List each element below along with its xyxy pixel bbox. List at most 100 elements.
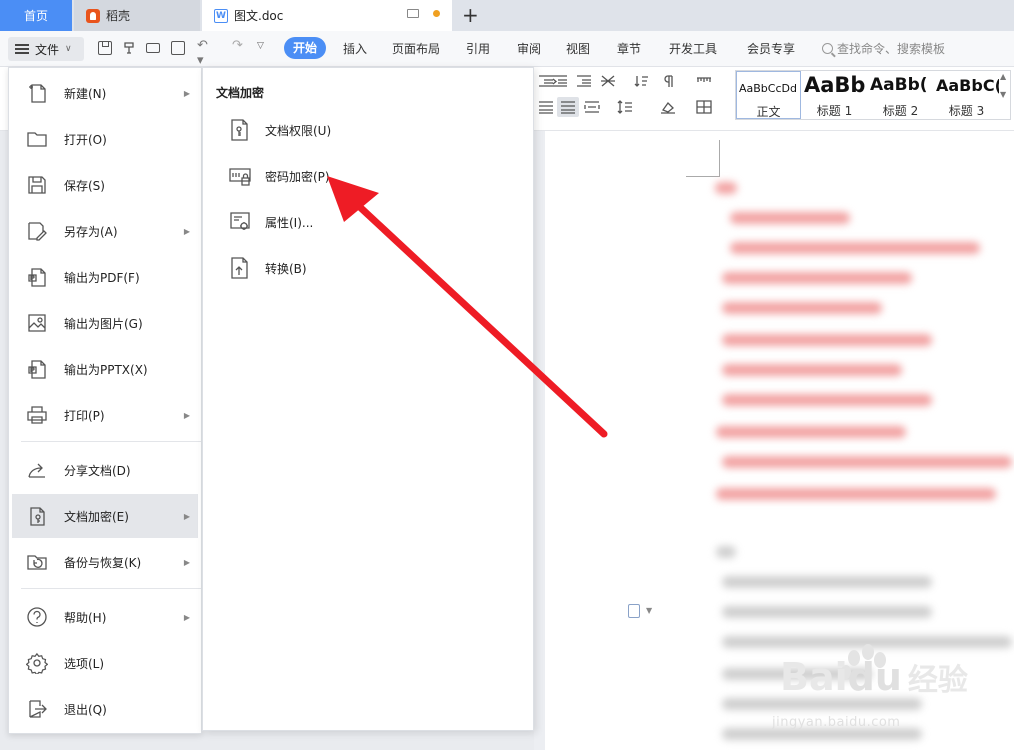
command-search-placeholder: 查找命令、搜索模板 [837, 42, 946, 56]
chinese-layout-icon[interactable] [600, 74, 616, 88]
document-permission-icon [231, 119, 248, 141]
style-heading-3[interactable]: AaBbC( 标题 3 [934, 71, 999, 119]
file-menu-item-label: 帮助(H) [64, 610, 107, 625]
file-menu-item-new[interactable]: 新建(N) ▶ [12, 71, 198, 115]
file-menu-item-label: 打印(P) [64, 408, 105, 423]
sort-icon[interactable] [634, 74, 650, 88]
paragraph-mark-icon[interactable] [660, 74, 676, 88]
style-normal[interactable]: AaBbCcDd 正文 [736, 71, 801, 119]
submenu-item-convert[interactable]: 转换(B) [223, 248, 523, 286]
file-menu-item-label: 另存为(A) [64, 224, 118, 239]
file-menu-item-save[interactable]: 保存(S) [12, 163, 198, 207]
file-menu-item-label: 退出(Q) [64, 702, 107, 717]
baidu-watermark-brand: Baidu 经验 [780, 655, 968, 699]
ribbon-tab-view[interactable]: 视图 [566, 40, 590, 57]
style-preview: AaBbCcDd [739, 82, 797, 95]
unsaved-dot-icon [433, 10, 440, 17]
encrypt-submenu-panel: 文档加密 文档权限(U) 密码加密(P) 属性(I)... 转换(B) [202, 67, 534, 731]
file-menu-item-export-pptx[interactable]: 输出为PPTX(X) [12, 347, 198, 391]
file-menu-item-label: 输出为图片(G) [64, 316, 143, 331]
ribbon-tab-home[interactable]: 开始 [284, 37, 327, 59]
style-label: 标题 1 [816, 104, 853, 118]
file-menu-item-export-pdf[interactable]: 输出为PDF(F) [12, 255, 198, 299]
watermark-brand-cn: 经验 [907, 663, 968, 698]
tab-home[interactable]: 首页 [0, 0, 72, 31]
ribbon-tab-references[interactable]: 引用 [466, 40, 490, 57]
quick-print-icon[interactable] [146, 43, 160, 53]
file-menu-label: 文件 [35, 42, 60, 57]
file-menu-button[interactable]: 文件 ∨ [8, 37, 84, 61]
submenu-item-label: 转换(B) [265, 262, 307, 276]
page-margin-mark [719, 140, 720, 176]
file-menu-item-exit[interactable]: 退出(Q) [12, 687, 198, 731]
print-preview-icon[interactable] [171, 41, 185, 55]
submenu-item-label: 密码加密(P) [265, 170, 330, 184]
monitor-icon[interactable] [407, 9, 419, 18]
submenu-arrow-icon: ▶ [183, 612, 190, 622]
submenu-item-password-encrypt[interactable]: 密码加密(P) [223, 156, 523, 194]
new-document-icon [29, 84, 46, 103]
increase-indent-icon[interactable] [552, 74, 568, 88]
chevron-down-icon[interactable]: ▼ [646, 606, 652, 615]
style-heading-2[interactable]: AaBb( 标题 2 [868, 71, 933, 119]
image-icon [28, 314, 46, 332]
submenu-item-document-permission[interactable]: 文档权限(U) [223, 110, 523, 148]
ribbon-tab-section[interactable]: 章节 [617, 40, 641, 57]
file-menu-item-save-as[interactable]: 另存为(A) ▶ [12, 209, 198, 253]
distributed-align-icon[interactable] [584, 100, 600, 114]
borders-icon[interactable] [696, 100, 712, 114]
page-margin-mark [686, 176, 720, 177]
file-menu-item-label: 分享文档(D) [64, 463, 131, 478]
ribbon-tab-review[interactable]: 审阅 [517, 40, 541, 57]
pptx-icon [28, 360, 46, 379]
daoke-logo-icon [86, 8, 100, 23]
file-menu-panel: 新建(N) ▶ 打开(O) 保存(S) 另存为(A) ▶ 输出为PDF(F) 输… [8, 67, 202, 734]
pdf-icon [28, 268, 46, 287]
style-heading-1[interactable]: AaBb 标题 1 [802, 71, 867, 119]
styles-scroll-icon[interactable]: ▲ ▼ [1000, 72, 1010, 118]
tab-bar: 首页 稻壳 W 图文.doc + [0, 0, 1014, 31]
line-spacing-icon[interactable] [617, 100, 633, 114]
more-quick-access-icon[interactable]: ▽ [257, 41, 271, 55]
style-label: 标题 2 [882, 104, 919, 118]
file-menu-item-open[interactable]: 打开(O) [12, 117, 198, 161]
help-icon [27, 607, 47, 627]
submenu-item-properties[interactable]: 属性(I)... [223, 202, 523, 240]
ribbon-tab-layout[interactable]: 页面布局 [392, 40, 440, 57]
indent-icon[interactable] [576, 74, 592, 88]
file-menu-item-share[interactable]: 分享文档(D) [12, 448, 198, 492]
file-menu-item-label: 文档加密(E) [64, 509, 129, 524]
save-as-icon [28, 222, 47, 241]
file-menu-item-label: 新建(N) [64, 86, 107, 101]
file-menu-item-help[interactable]: 帮助(H) ▶ [12, 595, 198, 639]
ribbon-tab-developer[interactable]: 开发工具 [669, 40, 717, 57]
file-menu-item-encrypt[interactable]: 文档加密(E) ▶ [12, 494, 198, 538]
file-menu-item-export-image[interactable]: 输出为图片(G) [12, 301, 198, 345]
command-search[interactable]: 查找命令、搜索模板 [822, 40, 945, 57]
properties-icon [230, 212, 250, 230]
undo-icon[interactable]: ↶ ▾ [197, 38, 211, 68]
floating-document-icon[interactable] [628, 604, 640, 618]
align-left-icon[interactable] [538, 100, 554, 114]
format-painter-icon[interactable] [122, 41, 136, 55]
add-tab-icon[interactable]: + [462, 4, 479, 26]
ribbon-tab-insert[interactable]: 插入 [343, 40, 367, 57]
justify-icon[interactable] [560, 100, 576, 114]
file-menu-item-label: 备份与恢复(K) [64, 555, 142, 570]
file-menu-item-backup[interactable]: 备份与恢复(K) ▶ [12, 540, 198, 584]
tab-daoke[interactable]: 稻壳 [74, 0, 200, 31]
tab-document[interactable]: W 图文.doc [202, 0, 452, 31]
style-preview: AaBbC( [936, 76, 999, 95]
shading-icon[interactable] [660, 100, 676, 114]
ribbon-tab-member[interactable]: 会员专享 [747, 40, 795, 57]
hamburger-icon [15, 44, 29, 54]
file-menu-item-print[interactable]: 打印(P) ▶ [12, 393, 198, 437]
redo-icon[interactable]: ↷ [232, 38, 246, 53]
style-preview: AaBb [804, 73, 866, 97]
submenu-arrow-icon: ▶ [183, 410, 190, 420]
quick-save-icon[interactable] [98, 41, 112, 55]
file-menu-item-options[interactable]: 选项(L) [12, 641, 198, 685]
style-label: 正文 [756, 105, 781, 119]
tabs-ruler-icon[interactable] [696, 74, 712, 88]
tab-daoke-label: 稻壳 [106, 9, 131, 23]
